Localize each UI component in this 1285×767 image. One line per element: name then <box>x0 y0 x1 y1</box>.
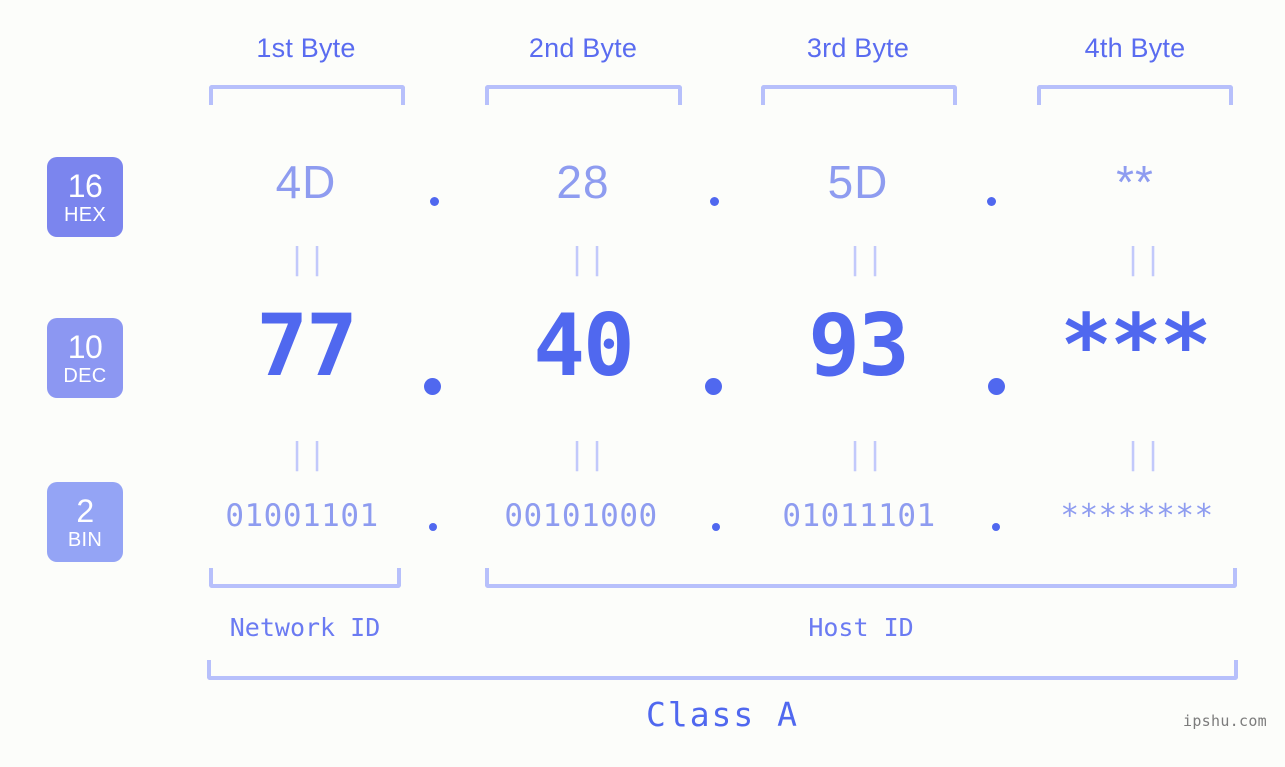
byte-bracket-4 <box>1037 85 1233 105</box>
radix-badge-dec-number: 10 <box>67 328 103 365</box>
byte-header-3: 3rd Byte <box>806 33 910 63</box>
watermark: ipshu.com <box>1183 712 1267 730</box>
bin-byte-2: 00101000 <box>504 498 658 534</box>
equality-mark-dec-bin-3: || <box>846 437 887 472</box>
byte-header-4: 4th Byte <box>1084 33 1186 63</box>
radix-badge-dec: 10 DEC <box>47 318 123 398</box>
network-id-label: Network ID <box>229 613 381 642</box>
hex-dot-separator-3 <box>987 197 996 206</box>
class-label: Class A <box>645 695 800 734</box>
radix-badge-hex: 16 HEX <box>47 157 123 237</box>
host-id-bracket <box>485 568 1237 588</box>
bin-dot-separator-3 <box>992 523 1000 531</box>
dec-dot-separator-3 <box>988 378 1005 395</box>
byte-header-1: 1st Byte <box>256 33 356 63</box>
radix-badge-bin: 2 BIN <box>47 482 123 562</box>
bin-dot-separator-2 <box>712 523 720 531</box>
byte-header-2: 2nd Byte <box>528 33 638 63</box>
bin-byte-4: ******** <box>1060 498 1214 534</box>
equality-mark-dec-bin-4: || <box>1124 437 1165 472</box>
equality-mark-hex-dec-1: || <box>288 242 329 277</box>
hex-byte-2: 28 <box>556 156 610 208</box>
equality-mark-hex-dec-2: || <box>568 242 609 277</box>
host-id-label: Host ID <box>808 613 914 642</box>
hex-byte-1: 4D <box>275 156 337 208</box>
class-bracket <box>207 660 1238 680</box>
radix-badge-dec-name: DEC <box>63 364 107 387</box>
hex-byte-4: ** <box>1116 156 1154 208</box>
bin-byte-3: 01011101 <box>782 498 936 534</box>
radix-badge-hex-number: 16 <box>67 167 103 204</box>
dec-byte-3: 93 <box>808 296 910 396</box>
hex-dot-separator-2 <box>710 197 719 206</box>
ip-breakdown-diagram: 1st Byte 2nd Byte 3rd Byte 4th Byte 16 H… <box>0 0 1285 767</box>
radix-badge-hex-name: HEX <box>63 203 107 226</box>
dec-byte-4: *** <box>1060 296 1211 396</box>
dec-byte-1: 77 <box>256 296 358 396</box>
equality-mark-hex-dec-4: || <box>1124 242 1165 277</box>
equality-mark-dec-bin-2: || <box>568 437 609 472</box>
equality-mark-hex-dec-3: || <box>846 242 887 277</box>
dec-dot-separator-2 <box>705 378 722 395</box>
dec-dot-separator-1 <box>424 378 441 395</box>
hex-byte-3: 5D <box>827 156 889 208</box>
equality-mark-dec-bin-1: || <box>288 437 329 472</box>
byte-bracket-1 <box>209 85 405 105</box>
radix-badge-bin-name: BIN <box>67 528 103 551</box>
radix-badge-bin-number: 2 <box>76 492 94 529</box>
dec-byte-2: 40 <box>533 296 635 396</box>
byte-bracket-3 <box>761 85 957 105</box>
network-id-bracket <box>209 568 401 588</box>
hex-dot-separator-1 <box>430 197 439 206</box>
bin-byte-1: 01001101 <box>225 498 379 534</box>
bin-dot-separator-1 <box>429 523 437 531</box>
byte-bracket-2 <box>485 85 682 105</box>
